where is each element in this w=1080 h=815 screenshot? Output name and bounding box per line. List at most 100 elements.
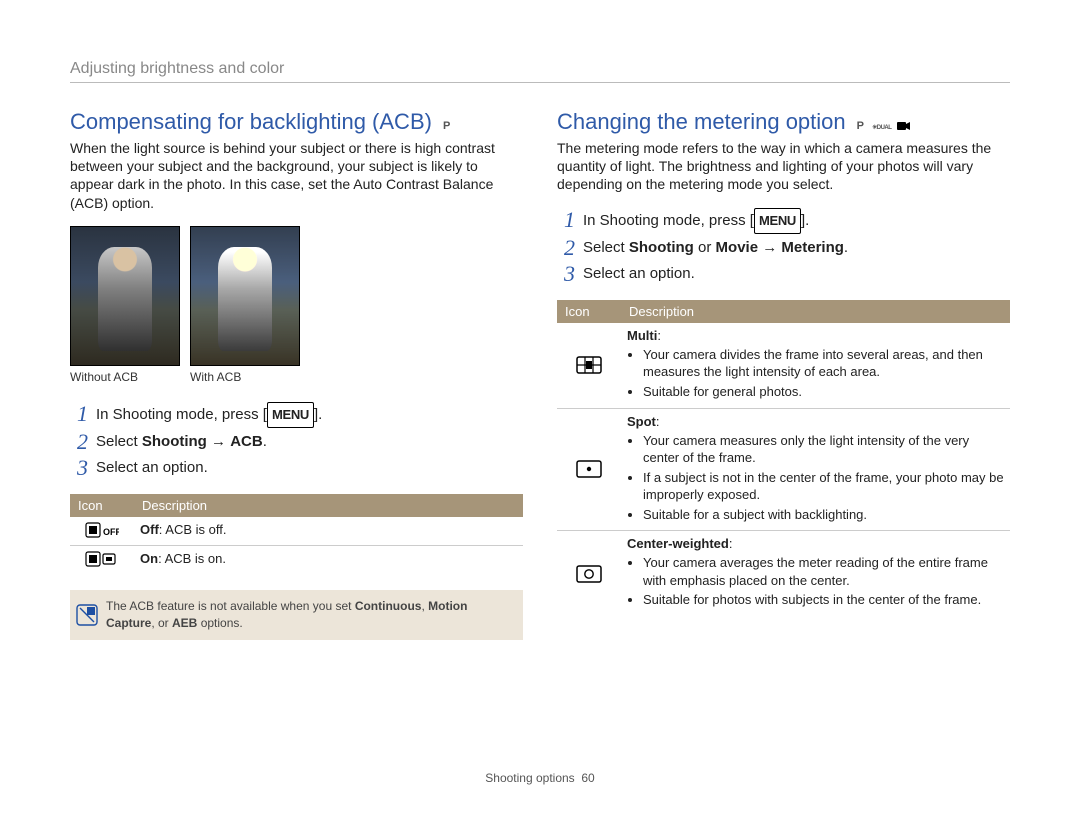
acb-note: The ACB feature is not available when yo… bbox=[70, 590, 523, 640]
mode-icons: P ✳DUAL bbox=[856, 120, 913, 132]
table-row: On: ACB is on. bbox=[70, 546, 523, 575]
opt-bullet: Your camera measures only the light inte… bbox=[643, 432, 1004, 467]
step-text: Select bbox=[96, 433, 142, 450]
opt-bullets: Your camera measures only the light inte… bbox=[627, 432, 1004, 524]
opt-label: On bbox=[140, 551, 158, 566]
table-row: Multi: Your camera divides the frame int… bbox=[557, 323, 1010, 408]
step-text: Select bbox=[583, 239, 629, 256]
col-description: Description bbox=[134, 494, 523, 517]
menu-chip: MENU bbox=[754, 208, 801, 234]
opt-text: : ACB is off. bbox=[159, 522, 227, 537]
step-number: 2 bbox=[557, 236, 575, 260]
cell-desc: Spot: Your camera measures only the ligh… bbox=[621, 408, 1010, 531]
acb-step-3: 3 Select an option. bbox=[70, 456, 523, 480]
mode-p-icon: P bbox=[443, 120, 451, 132]
step-bold: Shooting bbox=[629, 239, 694, 256]
step-body: In Shooting mode, press [MENU]. bbox=[583, 208, 809, 234]
step-text: . bbox=[263, 433, 267, 450]
step-bold: Metering bbox=[781, 239, 844, 256]
opt-bullet: Suitable for photos with subjects in the… bbox=[643, 591, 1004, 609]
menu-chip: MENU bbox=[267, 402, 314, 428]
step-number: 3 bbox=[557, 262, 575, 286]
cell-icon bbox=[557, 408, 621, 531]
spot-icon bbox=[563, 458, 615, 480]
arrow-glyph: → bbox=[207, 433, 230, 450]
cell-desc: On: ACB is on. bbox=[134, 546, 523, 575]
cell-icon: OFF bbox=[70, 517, 134, 546]
opt-label: Multi bbox=[627, 328, 657, 343]
opt-bullet: Your camera averages the meter reading o… bbox=[643, 554, 1004, 589]
cell-icon bbox=[70, 546, 134, 575]
acb-heading-text: Compensating for backlighting (ACB) bbox=[70, 109, 432, 135]
multi-icon bbox=[563, 354, 615, 376]
metering-intro: The metering mode refers to the way in w… bbox=[557, 139, 1010, 194]
col-icon: Icon bbox=[70, 494, 134, 517]
opt-label: Center-weighted bbox=[627, 536, 729, 551]
photo-with-acb bbox=[190, 226, 300, 366]
footer-section: Shooting options bbox=[485, 771, 574, 785]
table-row: Spot: Your camera measures only the ligh… bbox=[557, 408, 1010, 531]
opt-bullets: Your camera averages the meter reading o… bbox=[627, 554, 1004, 609]
acb-off-icon: OFF bbox=[76, 522, 128, 540]
step-bold: Movie bbox=[716, 239, 759, 256]
opt-text: : ACB is on. bbox=[158, 551, 226, 566]
acb-table: Icon Description OFF Off: ACB is off. bbox=[70, 494, 523, 574]
metering-section: Changing the metering option P ✳DUAL The… bbox=[557, 109, 1010, 640]
opt-bullet: Suitable for a subject with backlighting… bbox=[643, 506, 1004, 524]
step-text: ]. bbox=[314, 406, 322, 423]
opt-label: Off bbox=[140, 522, 159, 537]
step-text: . bbox=[844, 239, 848, 256]
table-header-row: Icon Description bbox=[70, 494, 523, 517]
caption-without-acb: Without ACB bbox=[70, 370, 180, 384]
breadcrumb-rule bbox=[70, 82, 1010, 83]
step-body: Select an option. bbox=[583, 262, 695, 286]
step-text: ]. bbox=[801, 212, 809, 229]
mode-p-icon: P bbox=[857, 120, 865, 132]
acb-on-icon bbox=[76, 551, 128, 569]
step-text: In Shooting mode, press [ bbox=[96, 406, 267, 423]
acb-photo-row bbox=[70, 226, 523, 366]
step-body: Select an option. bbox=[96, 456, 208, 480]
cell-desc: Center-weighted: Your camera averages th… bbox=[621, 531, 1010, 616]
col-icon: Icon bbox=[557, 300, 621, 323]
step-number: 3 bbox=[70, 456, 88, 480]
note-icon bbox=[76, 604, 98, 626]
cell-desc: Multi: Your camera divides the frame int… bbox=[621, 323, 1010, 408]
table-row: Center-weighted: Your camera averages th… bbox=[557, 531, 1010, 616]
metering-step-3: 3 Select an option. bbox=[557, 262, 1010, 286]
step-body: In Shooting mode, press [ MENU]. bbox=[96, 402, 322, 428]
cell-icon bbox=[557, 531, 621, 616]
acb-heading: Compensating for backlighting (ACB) P bbox=[70, 109, 523, 135]
mode-movie-icon bbox=[897, 120, 911, 132]
cell-desc: Off: ACB is off. bbox=[134, 517, 523, 546]
acb-caption-row: Without ACB With ACB bbox=[70, 370, 523, 384]
table-row: OFF Off: ACB is off. bbox=[70, 517, 523, 546]
step-number: 1 bbox=[557, 208, 575, 232]
mode-icons: P bbox=[442, 120, 452, 132]
acb-step-1: 1 In Shooting mode, press [ MENU]. bbox=[70, 402, 523, 428]
menu-label: MENU bbox=[272, 407, 309, 422]
arrow-glyph: → bbox=[758, 239, 781, 256]
acb-section: Compensating for backlighting (ACB) P Wh… bbox=[70, 109, 523, 640]
step-body: Select Shooting or Movie → Metering. bbox=[583, 236, 848, 260]
step-bold: ACB bbox=[230, 433, 263, 450]
opt-bullet: Your camera divides the frame into sever… bbox=[643, 346, 1004, 381]
opt-bullet: If a subject is not in the center of the… bbox=[643, 469, 1004, 504]
opt-bullets: Your camera divides the frame into sever… bbox=[627, 346, 1004, 401]
caption-with-acb: With ACB bbox=[190, 370, 300, 384]
col-description: Description bbox=[621, 300, 1010, 323]
opt-label: Spot bbox=[627, 414, 656, 429]
note-text: The ACB feature is not available when yo… bbox=[106, 598, 513, 632]
acb-steps: 1 In Shooting mode, press [ MENU]. 2 Sele… bbox=[70, 402, 523, 480]
metering-step-1: 1 In Shooting mode, press [MENU]. bbox=[557, 208, 1010, 234]
manual-page: Adjusting brightness and color Compensat… bbox=[0, 0, 1080, 815]
table-header-row: Icon Description bbox=[557, 300, 1010, 323]
menu-label: MENU bbox=[759, 213, 796, 228]
metering-heading: Changing the metering option P ✳DUAL bbox=[557, 109, 1010, 135]
footer-page: 60 bbox=[581, 771, 594, 785]
metering-heading-text: Changing the metering option bbox=[557, 109, 846, 135]
metering-step-2: 2 Select Shooting or Movie → Metering. bbox=[557, 236, 1010, 260]
step-number: 1 bbox=[70, 402, 88, 426]
svg-text:OFF: OFF bbox=[103, 527, 119, 537]
acb-step-2: 2 Select Shooting → ACB. bbox=[70, 430, 523, 454]
